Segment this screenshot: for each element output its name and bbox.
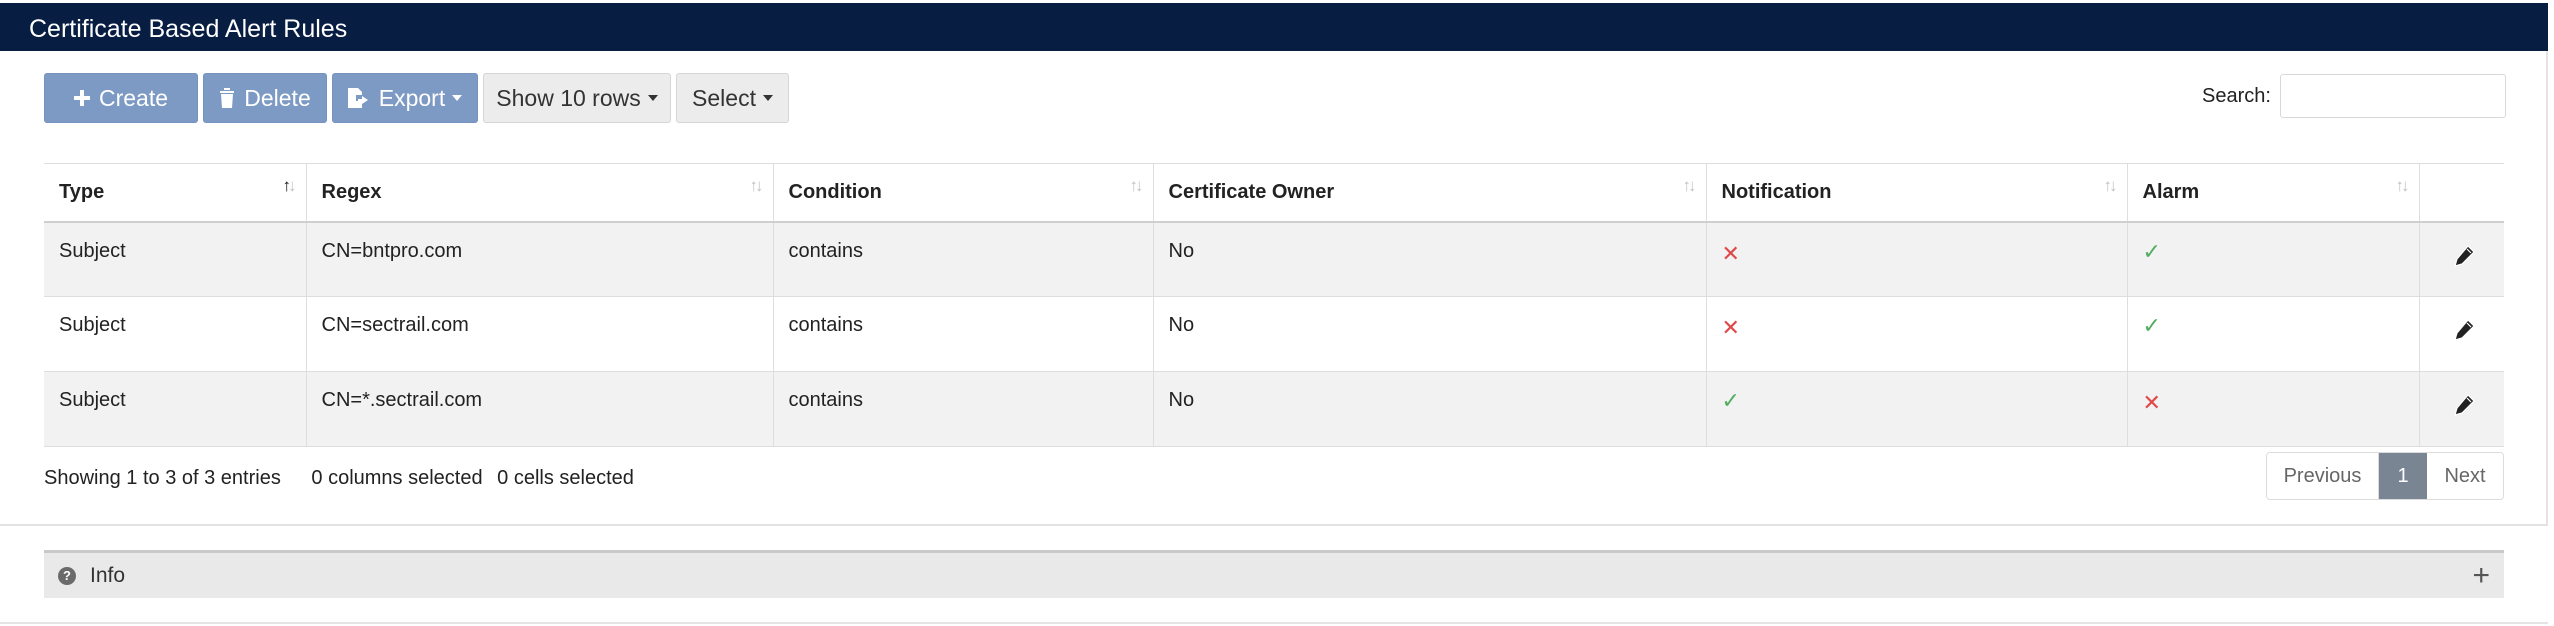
column-header-certificate-owner[interactable]: Certificate Owner ↑↓ [1153,163,1707,223]
cell-alarm: ✓ [2127,221,2420,297]
cell-certificate-owner: No [1153,371,1707,447]
cell-regex: CN=sectrail.com [306,296,774,372]
cell-alarm: ✓ [2127,296,2420,372]
table-row[interactable]: Subject CN=sectrail.com contains No ✕ ✓ [44,296,2504,372]
cell-notification: ✓ [1706,371,2128,447]
sort-icon: ↑↓ [2103,176,2118,195]
sort-icon: ↑↓ [1129,176,1144,195]
next-page-button[interactable]: Next [2427,453,2503,499]
check-icon: ✓ [1721,388,1740,413]
x-icon: ✕ [1721,315,1740,340]
pencil-icon[interactable] [2453,319,2475,341]
pencil-icon[interactable] [2453,244,2475,267]
column-header-alarm[interactable]: Alarm ↑↓ [2127,163,2420,223]
page: Certificate Based Alert Rules Create Del… [0,0,2554,626]
cells-selected: 0 cells selected [497,467,634,489]
check-icon: ✓ [2142,238,2161,264]
delete-button-label: Delete [244,84,311,111]
caret-down-icon [647,95,658,101]
table-info: Showing 1 to 3 of 3 entries 0 columns se… [44,467,659,490]
cell-notification: ✕ [1706,296,2128,372]
trash-icon [220,88,235,108]
create-button[interactable]: Create [44,73,198,123]
column-header-type[interactable]: Type ↑↓ [44,163,307,223]
table-row[interactable]: Subject CN=*.sectrail.com contains No ✓ … [44,371,2504,447]
caret-down-icon [452,95,463,101]
column-header-notification[interactable]: Notification ↑↓ [1706,163,2128,223]
delete-button[interactable]: Delete [203,73,327,123]
x-icon: ✕ [1721,240,1740,266]
search-area: Search: [2202,73,2506,119]
cell-actions [2419,221,2504,297]
column-header-regex[interactable]: Regex ↑↓ [306,163,774,223]
caret-down-icon [762,95,773,101]
cell-certificate-owner: No [1153,221,1707,297]
show-rows-label: Show 10 rows [496,84,641,111]
cell-type: Subject [44,371,307,447]
alert-rules-table: Type ↑↓ Regex ↑↓ Condition ↑↓ Certificate O… [44,163,2504,447]
sort-icon: ↑↓ [2395,176,2410,195]
show-rows-dropdown[interactable]: Show 10 rows [483,73,671,123]
cell-notification: ✕ [1706,221,2128,297]
question-circle-icon: ? [58,566,76,585]
cell-condition: contains [773,296,1154,372]
cell-regex: CN=*.sectrail.com [306,371,774,447]
page-title: Certificate Based Alert Rules [0,3,2548,51]
sort-icon: ↑↓ [1682,176,1697,195]
expand-plus-icon[interactable]: + [2472,560,2490,591]
info-panel-label: Info [90,563,126,587]
previous-page-button[interactable]: Previous [2267,453,2379,499]
plus-icon [73,90,90,106]
search-input[interactable] [2279,74,2506,118]
cell-condition: contains [773,221,1154,297]
divider [0,622,2548,624]
x-icon: ✕ [2142,390,2161,415]
entries-info: Showing 1 to 3 of 3 entries [44,467,281,489]
select-label: Select [692,84,756,111]
export-icon [347,88,368,108]
columns-selected: 0 columns selected [311,467,483,489]
cell-alarm: ✕ [2127,371,2420,447]
info-panel-header[interactable]: ? Info + [44,550,2504,598]
table-row[interactable]: Subject CN=bntpro.com contains No ✕ ✓ [44,221,2504,297]
cell-type: Subject [44,296,307,372]
toolbar: Create Delete Export Show 10 rows Select [44,73,794,123]
create-button-label: Create [98,84,169,111]
sort-ascending-icon: ↑↓ [282,176,297,195]
sort-icon: ↑↓ [749,176,764,195]
cell-certificate-owner: No [1153,296,1707,372]
column-header-actions [2419,163,2504,223]
export-button[interactable]: Export [332,73,478,123]
cell-regex: CN=bntpro.com [306,221,774,297]
cell-actions [2419,296,2504,372]
export-button-label: Export [378,84,446,111]
main-panel: Create Delete Export Show 10 rows Select… [0,51,2548,526]
check-icon: ✓ [2142,313,2161,338]
table-header-row: Type ↑↓ Regex ↑↓ Condition ↑↓ Certificate O… [44,163,2504,223]
page-1-button[interactable]: 1 [2379,453,2427,499]
pagination: Previous 1 Next [2266,452,2504,500]
column-header-condition[interactable]: Condition ↑↓ [773,163,1154,223]
pencil-icon[interactable] [2453,394,2475,416]
cell-type: Subject [44,221,307,297]
select-dropdown[interactable]: Select [676,73,789,123]
search-label: Search: [2202,84,2271,107]
cell-condition: contains [773,371,1154,447]
cell-actions [2419,371,2504,447]
